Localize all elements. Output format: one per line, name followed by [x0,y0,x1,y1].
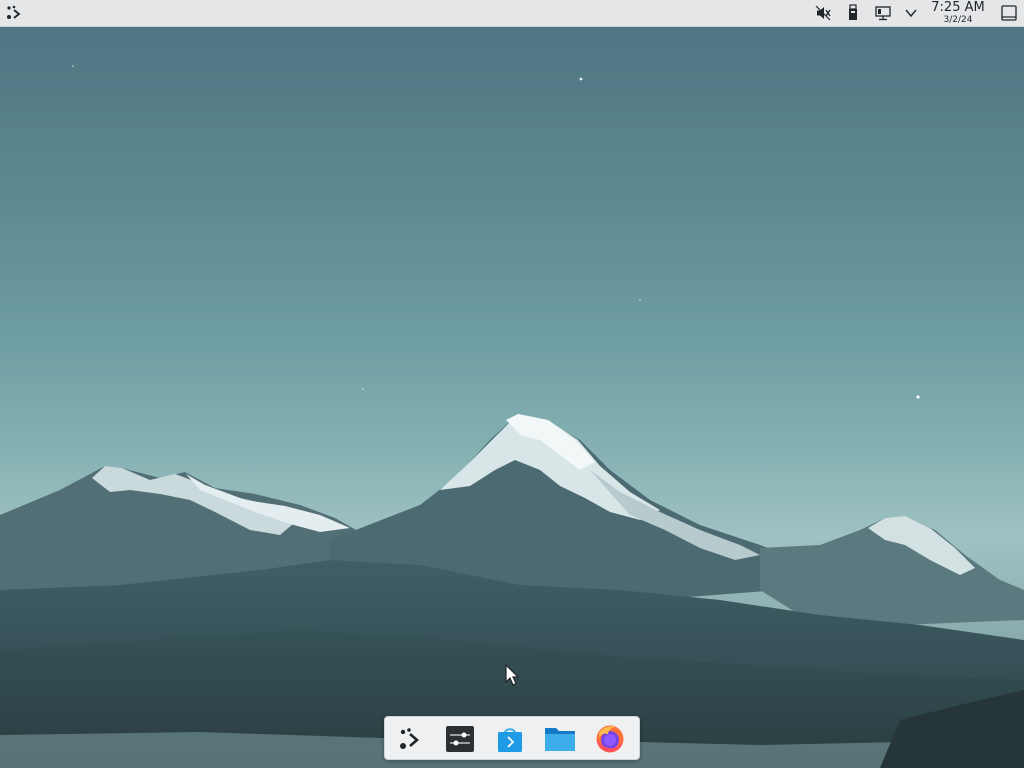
removable-devices-button[interactable] [843,2,863,24]
usb-drive-icon [849,4,857,20]
network-wired-icon [875,6,891,21]
clock-date: 3/2/24 [943,15,973,25]
dock-file-manager[interactable] [544,723,576,755]
mouse-cursor [505,664,520,686]
dock-firefox[interactable] [594,723,626,755]
desktop[interactable]: 7:25 AM 3/2/24 [0,0,1024,768]
application-launcher-button[interactable] [4,2,24,24]
top-panel: 7:25 AM 3/2/24 [0,0,1024,27]
application-launcher-icon [7,5,21,19]
discover-store-icon [498,728,522,752]
network-button[interactable] [872,2,894,24]
dock-application-launcher[interactable] [394,723,426,755]
dock-system-settings[interactable] [444,723,476,755]
clock-time: 7:25 AM [931,0,985,15]
digital-clock[interactable]: 7:25 AM 3/2/24 [928,1,988,26]
show-hidden-icons-button[interactable] [902,2,920,24]
file-manager-icon [545,728,575,751]
volume-muted-button[interactable] [812,2,834,24]
dock-discover[interactable] [494,723,526,755]
show-desktop-button[interactable] [998,2,1020,24]
firefox-icon [596,725,624,753]
dock-panel [384,716,640,760]
chevron-down-icon [905,9,917,18]
audio-muted-icon [815,5,831,21]
application-launcher-icon [400,728,419,749]
show-desktop-icon [1001,5,1017,21]
system-settings-icon [446,726,474,752]
wallpaper-mountains [0,65,1024,768]
